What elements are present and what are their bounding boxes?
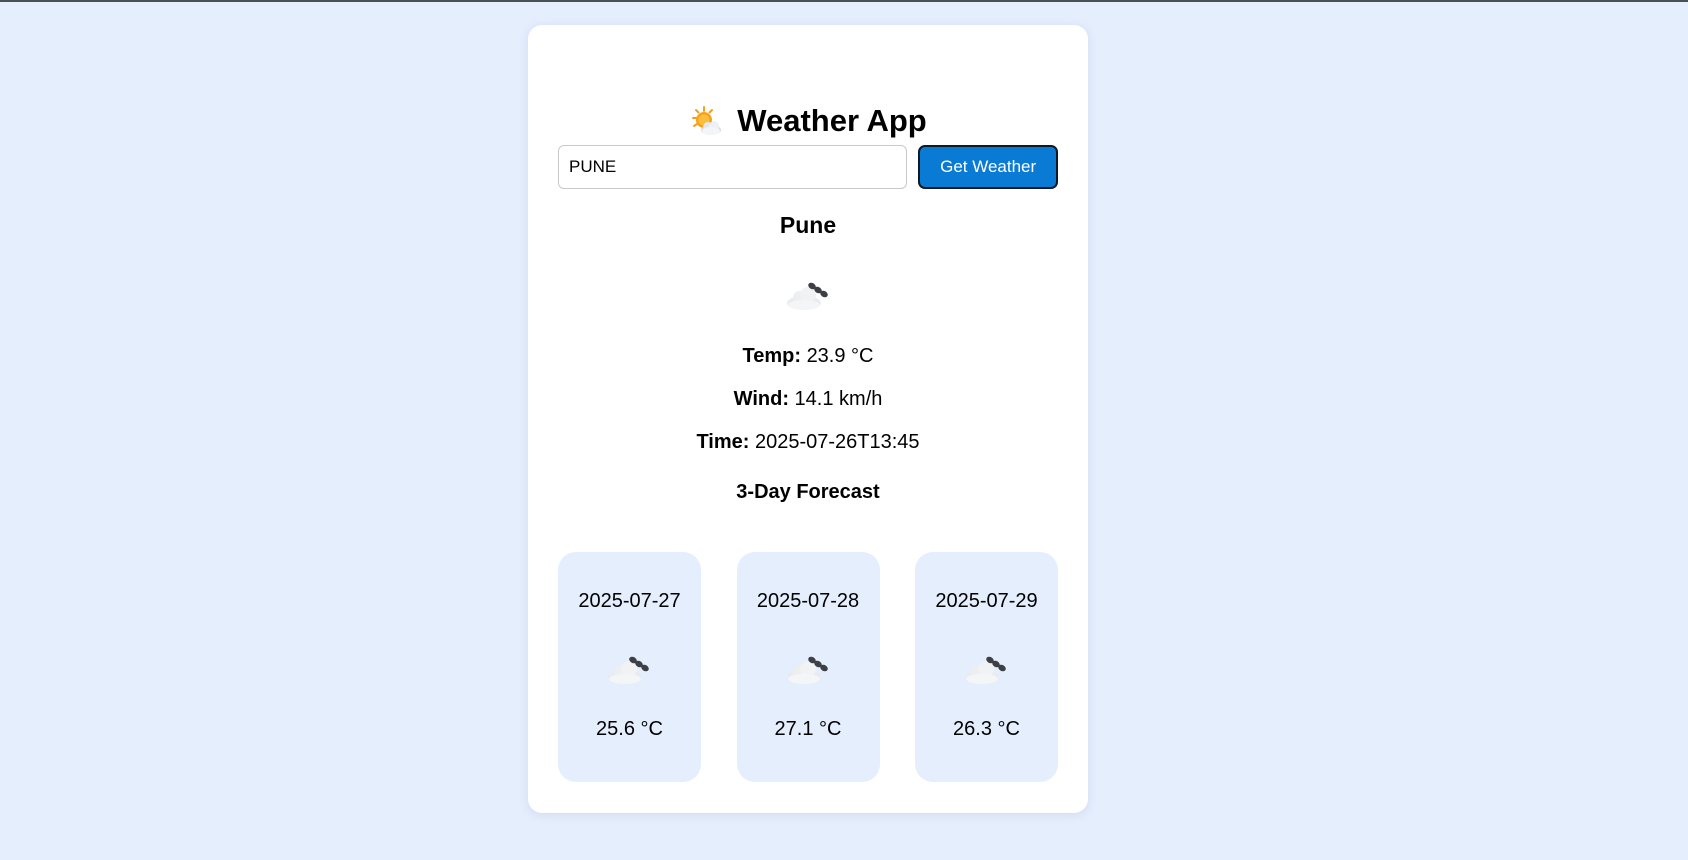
time-stat: Time: 2025-07-26T13:45 bbox=[528, 431, 1088, 454]
forecast-date: 2025-07-29 bbox=[935, 590, 1038, 612]
forecast-date: 2025-07-28 bbox=[756, 590, 860, 612]
forecast-temp: 26.3 °C bbox=[953, 718, 1020, 740]
sun-behind-cloud-icon bbox=[692, 106, 722, 135]
temp-label: Temp: bbox=[742, 345, 801, 367]
forecast-list: 2025-07-27 25.6 °C 2025-07-28 27.1 °C 20… bbox=[558, 552, 1058, 782]
forecast-title: 3-Day Forecast bbox=[736, 481, 880, 503]
forecast-date: 2025-07-27 bbox=[578, 590, 681, 612]
weather-card: Weather App Get Weather Pune Temp: 23.9 … bbox=[528, 25, 1088, 813]
time-value: 2025-07-26T13:45 bbox=[754, 431, 920, 453]
forecast-day-card: 2025-07-29 26.3 °C bbox=[915, 552, 1058, 782]
window-top-border bbox=[0, 0, 1688, 2]
wind-value: 14.1 km/h bbox=[794, 388, 883, 410]
city-name: Pune bbox=[779, 212, 837, 238]
cloud-with-rain-drops-icon bbox=[787, 282, 828, 310]
forecast-day-card: 2025-07-28 27.1 °C bbox=[736, 552, 880, 782]
cloud-with-rain-drops-icon bbox=[608, 656, 649, 684]
cloud-with-rain-drops-icon bbox=[786, 656, 828, 684]
forecast-day-card: 2025-07-27 25.6 °C bbox=[558, 552, 701, 782]
get-weather-button[interactable]: Get Weather bbox=[918, 145, 1058, 189]
city-input[interactable] bbox=[558, 145, 908, 189]
time-label: Time: bbox=[696, 431, 750, 453]
forecast-temp: 25.6 °C bbox=[596, 718, 663, 740]
temp-value: 23.9 °C bbox=[806, 345, 874, 367]
forecast-temp: 27.1 °C bbox=[774, 718, 842, 740]
app-title: Weather App bbox=[528, 103, 1088, 139]
app-title-text: Weather App bbox=[737, 103, 927, 138]
search-row: Get Weather bbox=[558, 145, 1058, 189]
temperature-stat: Temp: 23.9 °C bbox=[528, 345, 1088, 368]
cloud-with-rain-drops-icon bbox=[965, 656, 1006, 684]
wind-label: Wind: bbox=[733, 388, 789, 410]
wind-stat: Wind: 14.1 km/h bbox=[528, 388, 1088, 411]
